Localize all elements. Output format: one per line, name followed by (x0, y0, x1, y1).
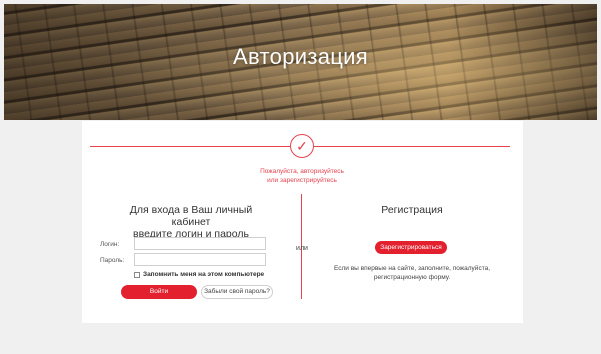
remember-me-checkbox[interactable] (134, 271, 140, 278)
or-label: или (296, 245, 308, 252)
login-heading-line1: Для входа в Ваш личный кабинет (129, 204, 253, 228)
register-text-line1: Если вы впервые на сайте, заполните, пож… (333, 265, 491, 272)
auth-card: ✓ Пожалуйста, авторизуйтесь или зарегист… (82, 121, 523, 323)
register-button[interactable]: Зарегистрироваться (375, 241, 447, 254)
page-title: Авторизация (233, 44, 368, 69)
password-input[interactable] (134, 253, 266, 266)
remember-me-label: Запомнить меня на этом компьютере (143, 271, 265, 278)
divider-right (314, 146, 510, 147)
auth-notice-line1: Пожалуйста, авторизуйтесь (260, 168, 344, 175)
hero-banner: Авторизация (4, 4, 597, 120)
login-label: Логин: (100, 241, 120, 248)
login-heading: Для входа в Ваш личный кабинет введите л… (110, 204, 272, 240)
login-input[interactable] (134, 237, 266, 250)
password-label: Пароль: (100, 257, 125, 264)
remember-me-row[interactable]: Запомнить меня на этом компьютере (134, 271, 264, 278)
register-heading: Регистрация (381, 204, 443, 216)
auth-notice-line2: или зарегистрируйтесь (267, 177, 337, 184)
check-circle-icon: ✓ (290, 134, 314, 158)
register-text-line2: регистрационную форму. (373, 274, 451, 281)
login-button[interactable]: Войти (121, 285, 197, 299)
divider-left (90, 146, 290, 147)
forgot-password-button[interactable]: Забыли свой пароль? (201, 285, 273, 299)
